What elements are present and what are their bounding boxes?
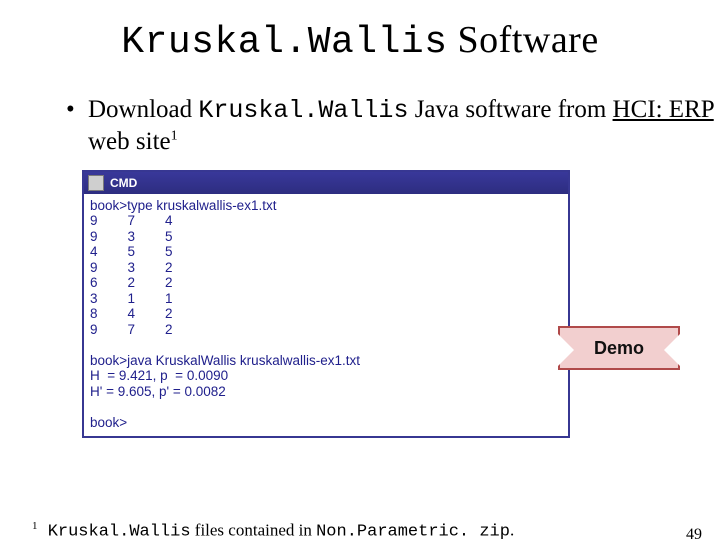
bullet-sup: 1 (171, 129, 178, 144)
title-rest: Software (448, 19, 599, 61)
footnote-code-1: Kruskal.Wallis (38, 523, 191, 542)
slide-title: Kruskal.Wallis Software (0, 18, 720, 64)
page-number: 49 (686, 526, 702, 544)
terminal-window-title: CMD (110, 176, 564, 190)
footnote-code-2: Non.Parametric. zip (316, 523, 510, 542)
terminal-window: CMD book>type kruskalwallis-ex1.txt 9 7 … (82, 170, 570, 439)
bullet-code: Kruskal.Wallis (198, 96, 408, 125)
bullet-item: Download Kruskal.Wallis Java software fr… (88, 94, 720, 158)
slide: Kruskal.Wallis Software Download Kruskal… (0, 18, 720, 558)
demo-ribbon: Demo (558, 326, 680, 370)
terminal-titlebar: CMD (84, 172, 568, 194)
footnote-mid: files contained in (191, 521, 317, 540)
footnote-tail: . (510, 521, 514, 540)
system-menu-icon (88, 175, 104, 191)
terminal-body: book>type kruskalwallis-ex1.txt 9 7 4 9 … (84, 194, 568, 437)
footnote: 1 Kruskal.Wallis files contained in Non.… (32, 520, 514, 542)
bullet-link: HCI: ERP (613, 96, 714, 123)
terminal-screenshot: CMD book>type kruskalwallis-ex1.txt 9 7 … (82, 170, 570, 439)
title-code: Kruskal.Wallis (121, 21, 447, 64)
demo-label: Demo (594, 338, 644, 359)
bullet-tail: web site (88, 128, 171, 155)
terminal-output: book>type kruskalwallis-ex1.txt 9 7 4 9 … (90, 198, 562, 431)
bullet-list: Download Kruskal.Wallis Java software fr… (48, 94, 720, 158)
bullet-mid: Java software from (408, 96, 612, 123)
bullet-lead: Download (88, 96, 198, 123)
